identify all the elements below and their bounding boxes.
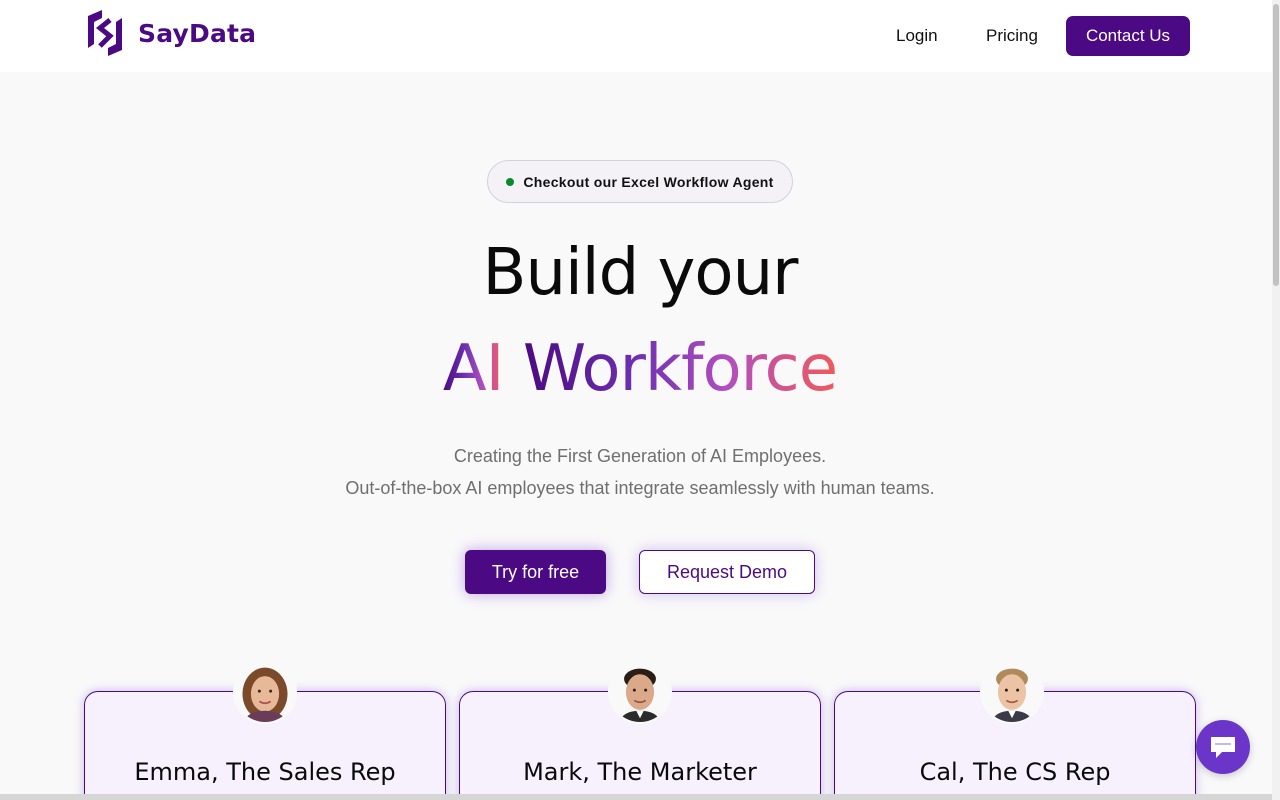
- employee-card-title: Mark, The Marketer: [523, 758, 757, 786]
- emma-avatar: [233, 660, 297, 724]
- hero-title-ai: AI: [442, 332, 505, 406]
- hero-title-line1: Build your: [482, 236, 799, 310]
- chat-widget-button[interactable]: [1196, 720, 1250, 774]
- hero-subtitle-1: Creating the First Generation of AI Empl…: [453, 446, 827, 466]
- announcement-pill[interactable]: Checkout our Excel Workflow Agent: [487, 160, 793, 203]
- employee-card-title: Cal, The CS Rep: [919, 758, 1111, 786]
- hero-subtitle-2: Out-of-the-box AI employees that integra…: [345, 478, 935, 498]
- cal-avatar: [980, 660, 1044, 724]
- man-avatar-icon: [982, 662, 1042, 722]
- hero-title-workforce: Workforce: [522, 332, 838, 406]
- brand-logo[interactable]: SayData: [84, 10, 256, 56]
- horizontal-scrollbar[interactable]: [0, 794, 1272, 800]
- mark-avatar: [608, 660, 672, 724]
- employee-card-title: Emma, The Sales Rep: [134, 758, 396, 786]
- man-avatar-icon: [610, 662, 670, 722]
- contact-us-button[interactable]: Contact Us: [1066, 16, 1190, 56]
- chat-bubble-icon: [1211, 737, 1235, 758]
- try-for-free-button[interactable]: Try for free: [465, 550, 606, 594]
- hero-title-line2: AI Workforce: [0, 332, 1280, 406]
- woman-avatar-icon: [235, 662, 295, 722]
- vertical-scrollbar-thumb[interactable]: [1273, 4, 1279, 286]
- nav-pricing-link[interactable]: Pricing: [986, 26, 1038, 46]
- request-demo-button[interactable]: Request Demo: [639, 550, 815, 594]
- brand-name: SayData: [138, 18, 257, 48]
- status-dot-icon: [506, 177, 515, 186]
- nav-login-link[interactable]: Login: [896, 26, 938, 46]
- announcement-text: Checkout our Excel Workflow Agent: [523, 173, 774, 190]
- top-navbar: SayData Login Pricing Contact Us: [0, 0, 1272, 72]
- saydata-logo-icon: [88, 10, 122, 56]
- landing-page: SayData Login Pricing Contact Us Checkou…: [0, 0, 1280, 800]
